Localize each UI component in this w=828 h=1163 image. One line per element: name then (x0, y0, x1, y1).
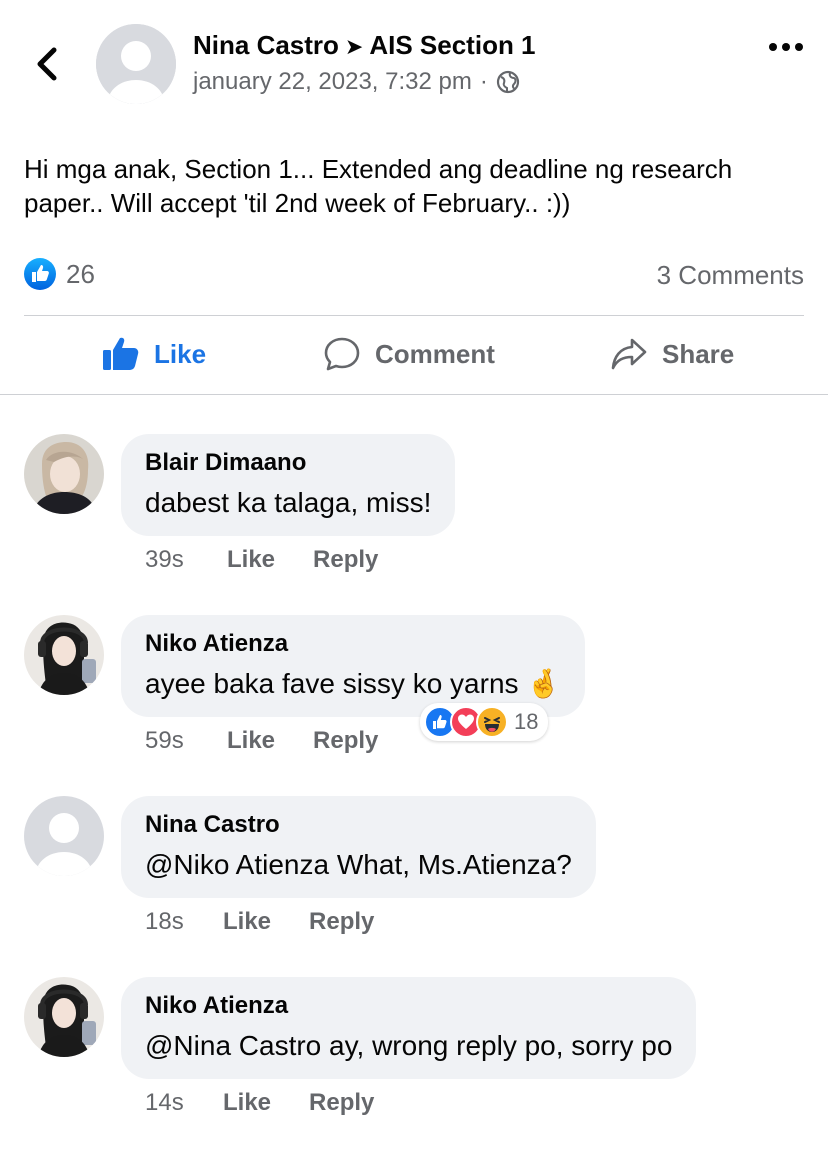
post-header: Nina Castro ➤ AIS Section 1 january 22, 20… (0, 0, 828, 120)
comment-like-button[interactable]: Like (227, 727, 275, 755)
more-options-button[interactable] (766, 34, 806, 60)
comment-meta: 39s Like Reply (145, 546, 416, 574)
comment-bubble[interactable]: Niko Atienza ayee baka fave sissy ko yar… (121, 615, 586, 717)
profile-photo (24, 615, 104, 695)
comment-text: dabest ka talaga, miss! (145, 487, 432, 518)
comments-count[interactable]: 3 Comments (657, 260, 804, 291)
comment-button[interactable]: Comment (323, 336, 828, 372)
back-button[interactable] (30, 42, 66, 86)
profile-photo (24, 434, 104, 514)
comment-bubble[interactable]: Niko Atienza @Nina Castro ay, wrong repl… (121, 977, 697, 1079)
comment-bubble[interactable]: Nina Castro @Niko Atienza What, Ms.Atien… (121, 796, 596, 898)
globe-icon (496, 70, 519, 94)
haha-reaction-icon (476, 706, 508, 738)
comment-meta: 18s Like Reply (145, 908, 412, 936)
chevron-left-icon (37, 47, 57, 81)
commenter-avatar[interactable] (24, 434, 104, 514)
reaction-count: 18 (514, 709, 539, 734)
comment-bubble[interactable]: Blair Dimaano dabest ka talaga, miss! (121, 434, 456, 536)
commenter-name[interactable]: Nina Castro (145, 810, 572, 840)
comment-time: 39s (145, 546, 184, 573)
comment-text: ayee baka fave sissy ko yarns 🤞 (145, 668, 562, 699)
divider (0, 394, 828, 395)
like-count: 26 (66, 258, 95, 289)
comment-reply-button[interactable]: Reply (309, 908, 374, 936)
share-button[interactable]: Share (610, 336, 734, 372)
post-timestamp[interactable]: january 22, 2023, 7:32 pm (193, 68, 472, 96)
comment-like-button[interactable]: Like (223, 908, 271, 936)
comment-time: 14s (145, 1089, 184, 1116)
ellipsis-icon (769, 43, 803, 51)
crossed-fingers-emoji: 🤞 (526, 668, 562, 699)
comment-meta: 14s Like Reply (145, 1089, 412, 1117)
commenter-name[interactable]: Blair Dimaano (145, 448, 431, 478)
comment-like-button[interactable]: Like (223, 1089, 271, 1117)
post-meta: january 22, 2023, 7:32 pm · (193, 68, 520, 96)
post-body-text: Hi mga anak, Section 1... Extended ang d… (24, 154, 733, 218)
author-avatar[interactable] (96, 24, 176, 104)
commenter-avatar[interactable] (24, 796, 104, 876)
profile-photo (24, 977, 104, 1057)
comment-button-label: Comment (375, 338, 495, 369)
like-button[interactable]: Like (102, 336, 206, 372)
like-reaction-icon (24, 258, 56, 290)
comment-reply-button[interactable]: Reply (313, 727, 378, 755)
arrow-icon: ➤ (344, 34, 364, 59)
post-stats: 26 3 Comments (24, 254, 804, 294)
like-button-label: Like (154, 338, 207, 369)
comment-icon (324, 337, 360, 371)
post-actions-bar: Like Comment Share (0, 316, 828, 394)
default-avatar-icon (96, 24, 176, 104)
comment-text: @Nina Castro ay, wrong reply po, sorry p… (145, 1030, 673, 1061)
share-button-label: Share (662, 338, 735, 369)
comment-text: @Niko Atienza What, Ms.Atienza? (145, 849, 572, 880)
comment-reply-button[interactable]: Reply (313, 546, 378, 574)
comment-like-button[interactable]: Like (227, 546, 275, 574)
comment-time: 18s (145, 908, 184, 935)
commenter-avatar[interactable] (24, 615, 104, 695)
thumbs-up-icon (103, 337, 139, 370)
comment-time: 59s (145, 727, 184, 754)
author-name-link[interactable]: Nina Castro (193, 30, 339, 60)
group-name-link[interactable]: AIS Section 1 (369, 30, 535, 60)
post-title: Nina Castro ➤ AIS Section 1 (193, 30, 536, 61)
default-avatar-icon (24, 796, 104, 876)
share-arrow-icon (611, 338, 647, 370)
reaction-summary[interactable]: 26 (24, 258, 95, 290)
commenter-name[interactable]: Niko Atienza (145, 629, 561, 659)
meta-separator: · (479, 68, 488, 95)
comment-reactions[interactable]: 18 (420, 703, 549, 741)
commenter-avatar[interactable] (24, 977, 104, 1057)
commenter-name[interactable]: Niko Atienza (145, 991, 672, 1021)
comment-meta: 59s Like Reply (145, 727, 416, 755)
comment-reply-button[interactable]: Reply (309, 1089, 374, 1117)
